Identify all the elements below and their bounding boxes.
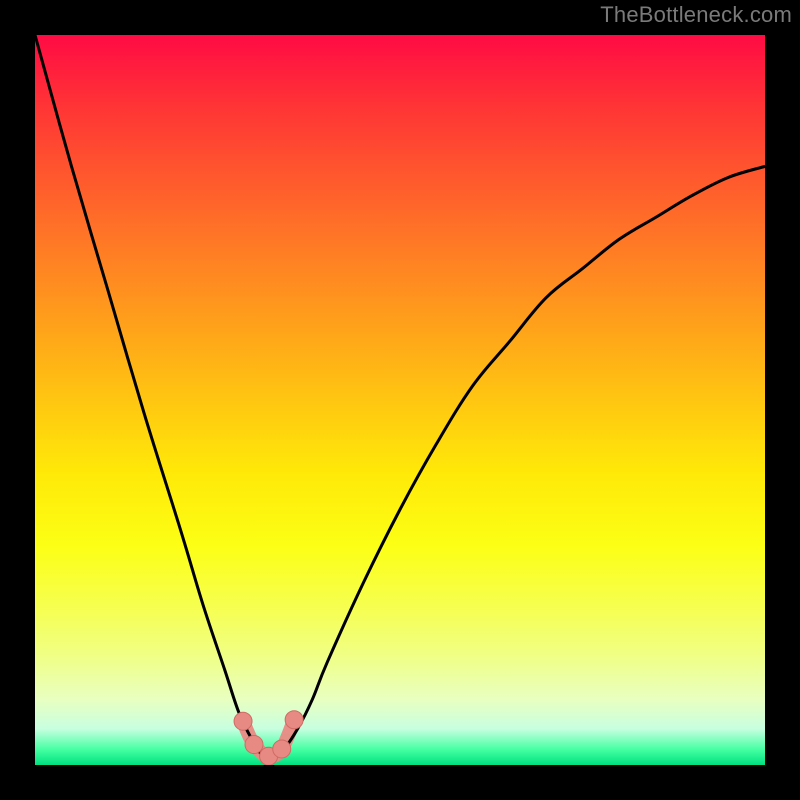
marker-right-lower xyxy=(273,740,291,758)
marker-right-upper xyxy=(285,711,303,729)
curve-svg xyxy=(35,35,765,765)
bottleneck-curve xyxy=(35,35,765,758)
chart-frame: TheBottleneck.com xyxy=(0,0,800,800)
watermark-text: TheBottleneck.com xyxy=(600,2,792,28)
marker-left-lower xyxy=(245,736,263,754)
plot-area xyxy=(35,35,765,765)
marker-left-upper xyxy=(234,712,252,730)
